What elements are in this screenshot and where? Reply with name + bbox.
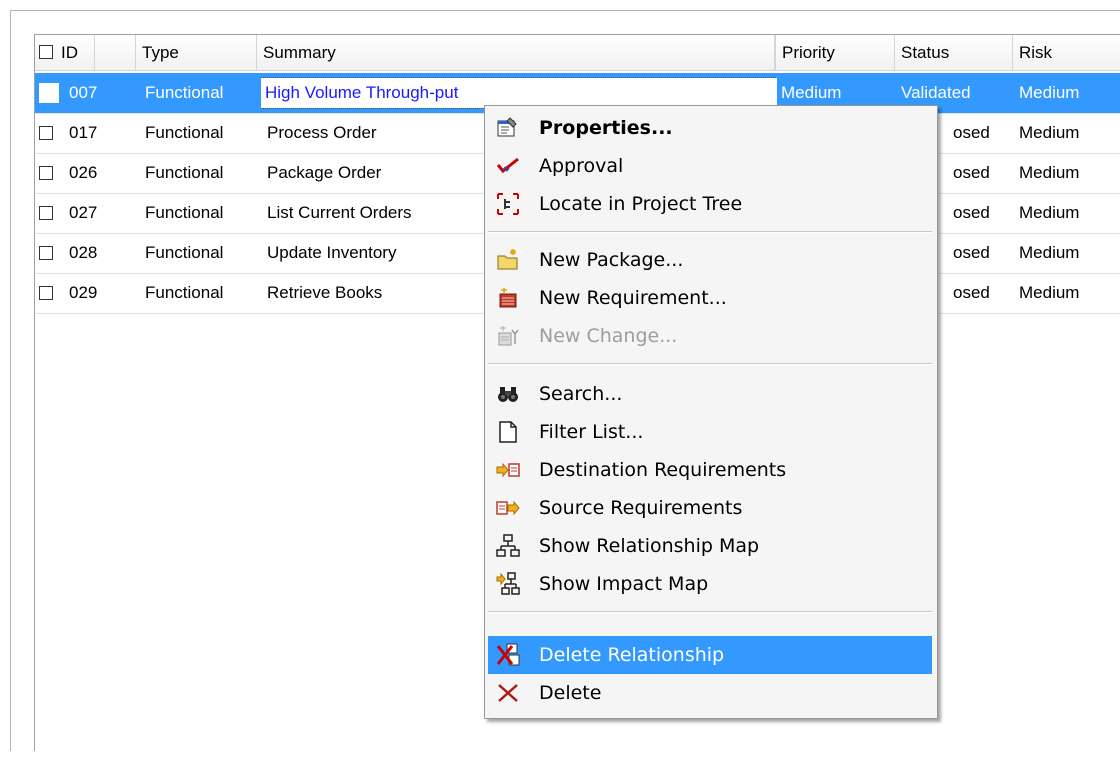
menu-item-delete[interactable]: Delete — [488, 674, 932, 712]
menu-item-filter-list[interactable]: Filter List... — [488, 413, 932, 451]
row-status: osed — [953, 123, 990, 142]
menu-label: Show Relationship Map — [539, 535, 760, 557]
menu-label: Destination Requirements — [539, 459, 787, 481]
approval-check-icon — [496, 154, 520, 178]
row-type: Functional — [145, 203, 224, 222]
delete-x-icon — [496, 681, 520, 705]
column-header-risk[interactable]: Risk — [1013, 35, 1120, 70]
column-header-status[interactable]: Status — [895, 35, 1013, 70]
row-status: osed — [953, 163, 990, 182]
delete-relationship-icon — [496, 643, 520, 667]
impact-map-icon — [496, 572, 520, 596]
row-checkbox[interactable] — [39, 246, 53, 260]
select-all-checkbox[interactable] — [39, 45, 53, 59]
menu-item-new-requirement[interactable]: New Requirement... — [488, 279, 932, 317]
row-id: 007 — [69, 83, 98, 102]
column-header-priority[interactable]: Priority — [775, 35, 895, 70]
menu-label: Properties... — [539, 117, 673, 139]
menu-label: Search... — [539, 383, 623, 405]
column-header-type[interactable]: Type — [135, 35, 257, 70]
menu-label: New Requirement... — [539, 287, 727, 309]
menu-label: Approval — [539, 155, 624, 177]
row-status: osed — [953, 243, 990, 262]
relationship-map-icon — [496, 534, 520, 558]
properties-icon — [496, 116, 520, 140]
row-summary: List Current Orders — [267, 203, 412, 222]
locate-tree-icon — [496, 192, 520, 216]
menu-separator — [488, 611, 932, 613]
menu-separator — [488, 231, 932, 233]
new-change-icon — [496, 324, 520, 348]
row-risk: Medium — [1019, 163, 1080, 182]
row-checkbox[interactable] — [39, 83, 59, 103]
menu-item-approval[interactable]: Approval — [488, 147, 932, 185]
menu-label: Delete — [539, 682, 602, 704]
row-summary: Retrieve Books — [267, 283, 383, 302]
menu-item-new-change[interactable]: New Change... — [488, 317, 932, 355]
menu-label: Source Requirements — [539, 497, 743, 519]
new-requirement-icon — [496, 286, 520, 310]
menu-label: Show Impact Map — [539, 573, 709, 595]
menu-item-destination-requirements[interactable]: Destination Requirements — [488, 451, 932, 489]
row-type: Functional — [145, 123, 224, 142]
row-checkbox[interactable] — [39, 126, 53, 140]
filter-page-icon — [496, 420, 520, 444]
row-id: 029 — [69, 283, 98, 302]
row-summary: Package Order — [267, 163, 382, 182]
row-id: 017 — [69, 123, 98, 142]
row-status: osed — [953, 203, 990, 222]
menu-item-delete-relationship[interactable]: Delete Relationship — [488, 636, 932, 674]
row-id: 027 — [69, 203, 98, 222]
list-header: ID Type Summary Priority Status Risk — [35, 35, 1120, 71]
row-risk: Medium — [1019, 243, 1080, 262]
binoculars-icon — [496, 382, 520, 406]
menu-separator — [488, 363, 932, 365]
row-summary: Update Inventory — [267, 243, 397, 262]
menu-label: Locate in Project Tree — [539, 193, 743, 215]
row-risk: Medium — [1019, 203, 1080, 222]
row-type: Functional — [145, 243, 224, 262]
row-id: 026 — [69, 163, 98, 182]
menu-item-source-requirements[interactable]: Source Requirements — [488, 489, 932, 527]
menu-label: New Package... — [539, 249, 684, 271]
menu-label: New Change... — [539, 325, 678, 347]
row-type: Functional — [145, 83, 224, 102]
row-type: Functional — [145, 163, 224, 182]
row-risk: Medium — [1019, 123, 1080, 142]
row-summary: Process Order — [267, 123, 377, 142]
column-header-summary[interactable]: Summary — [257, 35, 775, 70]
menu-item-show-impact-map[interactable]: Show Impact Map — [488, 565, 932, 603]
row-checkbox[interactable] — [39, 166, 53, 180]
menu-item-properties[interactable]: Properties... — [488, 109, 932, 147]
destination-arrow-icon — [496, 458, 520, 482]
column-header-id[interactable]: ID — [35, 35, 95, 70]
menu-label: Delete Relationship — [539, 644, 725, 666]
row-type: Functional — [145, 283, 224, 302]
menu-item-new-package[interactable]: New Package... — [488, 241, 932, 279]
new-package-icon — [496, 248, 520, 272]
row-checkbox[interactable] — [39, 286, 53, 300]
row-checkbox[interactable] — [39, 206, 53, 220]
row-status: osed — [953, 283, 990, 302]
row-risk: Medium — [1019, 83, 1080, 102]
row-risk: Medium — [1019, 283, 1080, 302]
row-id: 028 — [69, 243, 98, 262]
menu-item-search[interactable]: Search... — [488, 375, 932, 413]
menu-item-show-relationship-map[interactable]: Show Relationship Map — [488, 527, 932, 565]
menu-item-locate-in-project-tree[interactable]: Locate in Project Tree — [488, 185, 932, 223]
menu-label: Filter List... — [539, 421, 644, 443]
row-summary-text: High Volume Through-put — [261, 77, 777, 109]
source-arrow-icon — [496, 496, 520, 520]
context-menu: Properties... Approval Locate in Project… — [484, 105, 938, 719]
